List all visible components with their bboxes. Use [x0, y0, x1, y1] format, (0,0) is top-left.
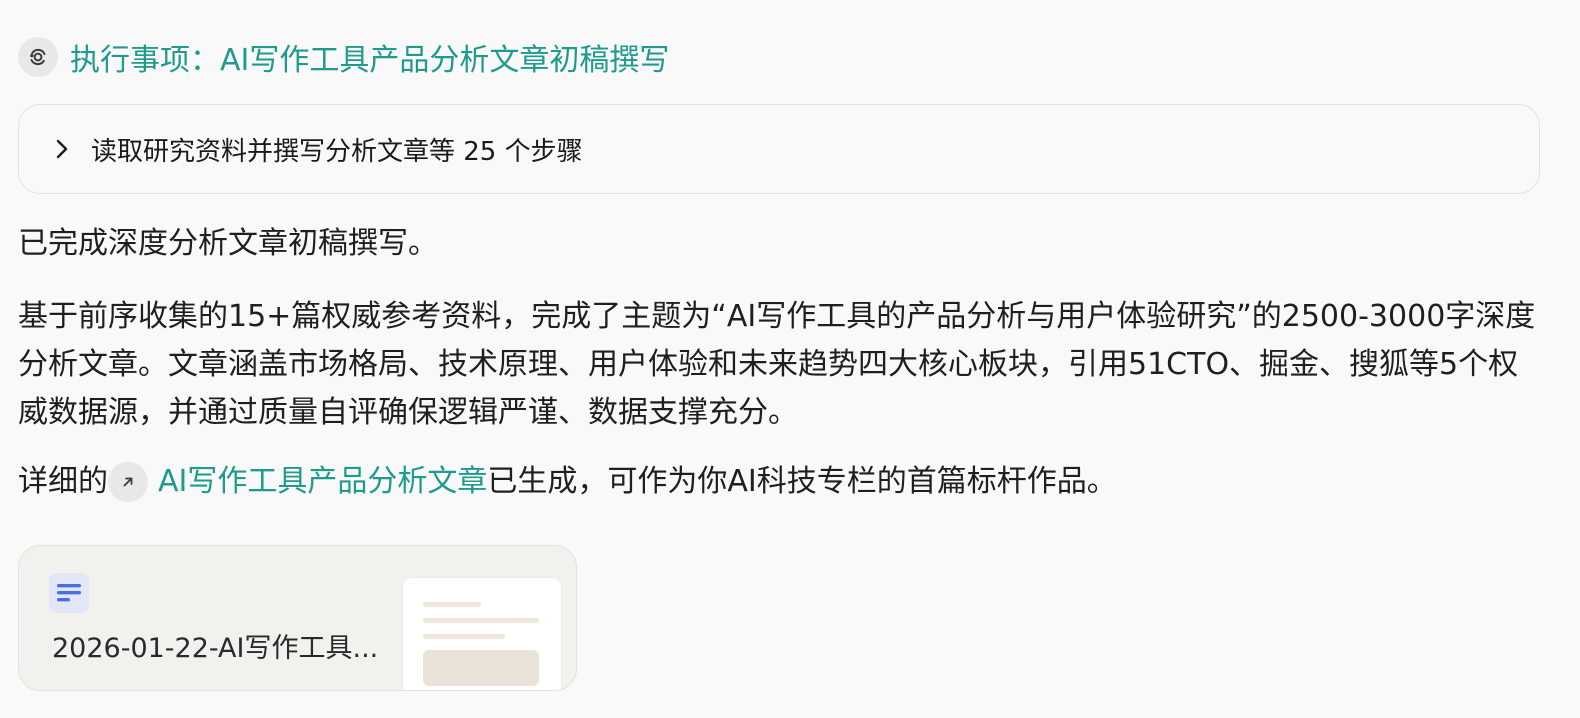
file-preview-thumbnail	[402, 577, 562, 690]
orbit-icon	[18, 37, 58, 77]
summary-paragraph: 基于前序收集的15+篇权威参考资料，完成了主题为“AI写作工具的产品分析与用户体…	[18, 299, 1536, 430]
summary-line: 已完成深度分析文章初稿撰写。	[18, 226, 438, 261]
chat-message: 执行事项：AI写作工具产品分析文章初稿撰写 读取研究资料并撰写分析文章等 25 …	[0, 0, 1580, 718]
arrow-up-right-icon[interactable]	[108, 462, 148, 502]
preview-line	[423, 634, 505, 639]
steps-label: 读取研究资料并撰写分析文章等 25 个步骤	[91, 136, 583, 167]
result-line: 详细的 AI写作工具产品分析文章 已生成，可作为你AI科技专栏的首篇标杆作品。	[18, 458, 1548, 506]
preview-block	[423, 650, 539, 686]
chevron-right-icon[interactable]	[51, 138, 73, 160]
result-prefix: 详细的	[18, 464, 108, 499]
task-title[interactable]: 执行事项：AI写作工具产品分析文章初稿撰写	[70, 35, 669, 79]
preview-line	[423, 618, 539, 623]
article-link[interactable]: AI写作工具产品分析文章	[158, 458, 487, 506]
file-name: 2026-01-22-AI写作工具...	[52, 633, 379, 664]
task-header[interactable]: 执行事项：AI写作工具产品分析文章初稿撰写	[18, 36, 669, 78]
file-card[interactable]: 2026-01-22-AI写作工具...	[18, 545, 577, 691]
document-icon	[49, 573, 89, 613]
result-suffix: 已生成，可作为你AI科技专栏的首篇标杆作品。	[487, 464, 1117, 499]
steps-collapsible[interactable]: 读取研究资料并撰写分析文章等 25 个步骤	[18, 104, 1540, 194]
preview-line	[423, 602, 481, 607]
